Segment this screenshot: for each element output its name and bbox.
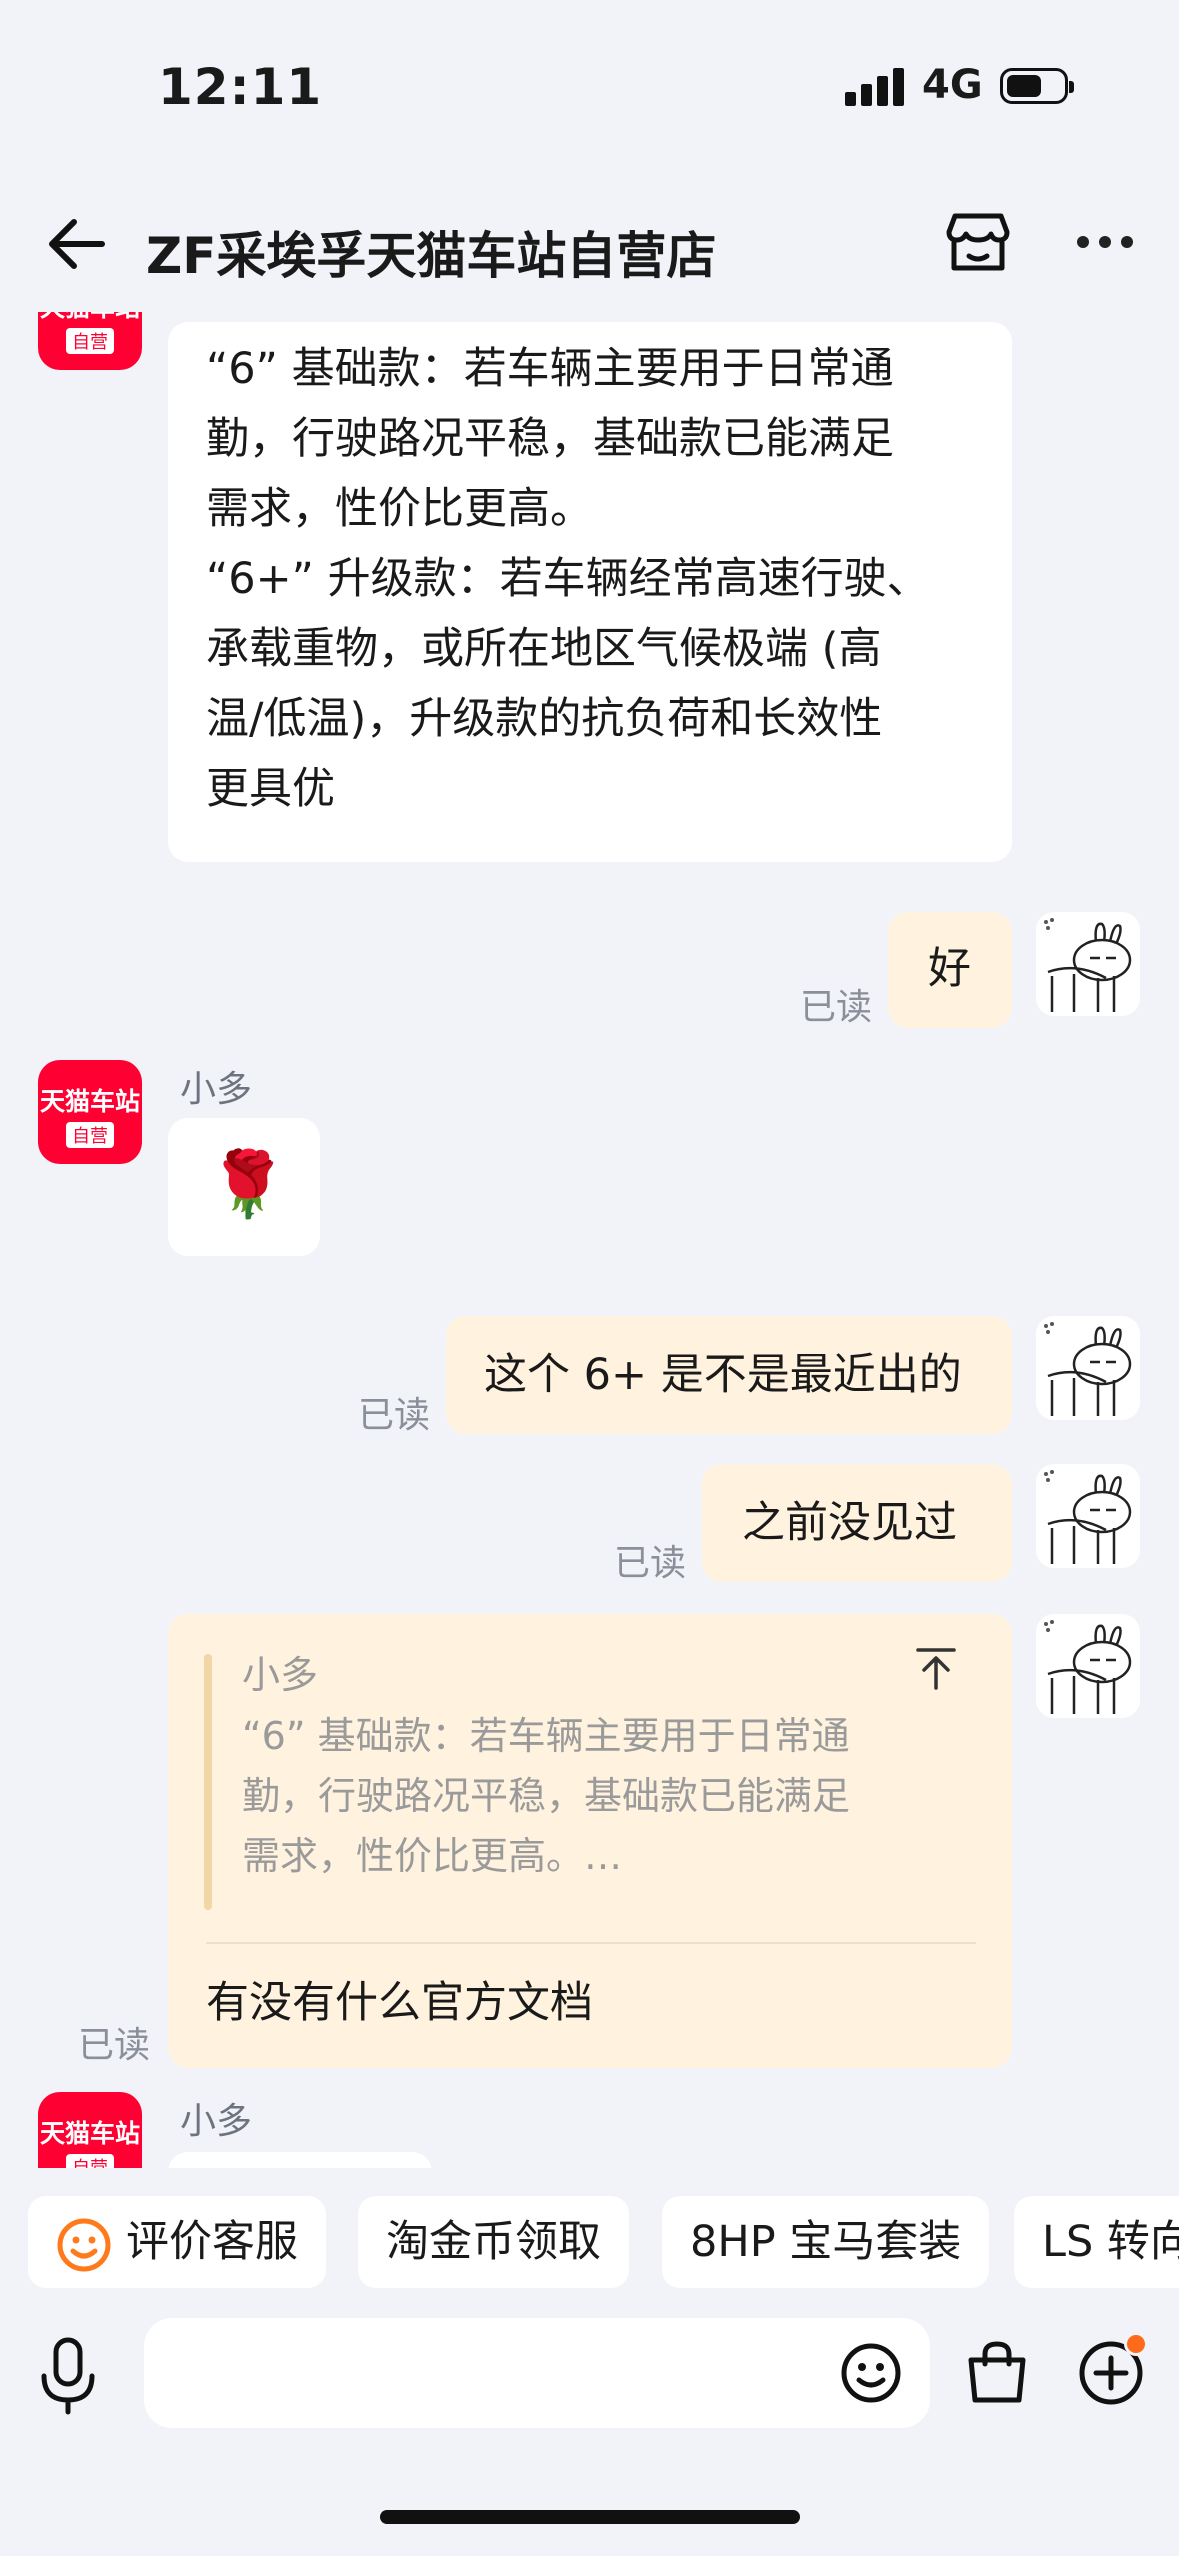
user-avatar[interactable] <box>1036 1614 1140 1718</box>
quote-bar <box>204 1654 212 1910</box>
read-status: 已读 <box>800 987 873 1028</box>
chip-label: 8HP 宝马套装 <box>690 2217 962 2267</box>
user-avatar[interactable] <box>1036 1316 1140 1420</box>
battery-icon <box>1000 68 1074 104</box>
sender-name: 小多 <box>180 1069 253 1110</box>
message-bubble[interactable]: “6” 基础款：若车辆主要用于日常通 勤，行驶路况平稳，基础款已能满足 需求，性… <box>168 322 1012 862</box>
notification-dot <box>1124 2332 1148 2356</box>
chip-label: 评价客服 <box>126 2217 298 2267</box>
page-title: ZF采埃孚天猫车站自营店 <box>146 227 717 285</box>
sender-name: 小多 <box>180 2101 253 2142</box>
shop-avatar[interactable]: 天猫车站自营 <box>38 1060 142 1164</box>
network-type: 4G <box>922 62 983 108</box>
quick-reply-steering[interactable]: LS 转向 <box>1014 2196 1179 2288</box>
shop-avatar[interactable]: 天猫车站自营 <box>38 2092 142 2168</box>
quick-reply-coins[interactable]: 淘金币领取 <box>358 2196 629 2288</box>
message-text: 这个 6+ 是不是最近出的 <box>484 1350 962 1400</box>
chip-label: 淘金币领取 <box>386 2217 601 2267</box>
quick-reply-bmw-kit[interactable]: 8HP 宝马套装 <box>662 2196 990 2288</box>
read-status: 已读 <box>78 2025 151 2066</box>
message-bubble[interactable] <box>168 2152 432 2168</box>
quick-reply-rate-service[interactable]: 评价客服 <box>28 2196 326 2288</box>
quote-divider <box>206 1942 976 1944</box>
rose-emoji: 🌹 <box>208 1148 288 1222</box>
message-line: 承载重物，或所在地区气候极端 (高 <box>206 624 882 674</box>
shop-avatar[interactable]: 天猫车站自营 <box>38 312 142 370</box>
back-arrow-icon[interactable] <box>44 212 108 276</box>
user-avatar[interactable] <box>1036 912 1140 1016</box>
microphone-icon[interactable] <box>36 2336 100 2416</box>
store-icon[interactable] <box>945 210 1011 276</box>
chip-label: LS 转向 <box>1042 2217 1179 2267</box>
rabbit-avatar-icon <box>1044 918 1132 1012</box>
message-bubble[interactable]: 之前没见过 <box>702 1464 1012 1582</box>
rabbit-avatar-icon <box>1044 1470 1132 1564</box>
shopping-bag-icon[interactable] <box>965 2340 1029 2406</box>
home-indicator <box>380 2510 800 2524</box>
chat-list[interactable]: 天猫车站自营 “6” 基础款：若车辆主要用于日常通 勤，行驶路况平稳，基础款已能… <box>0 312 1179 2168</box>
smile-icon <box>57 2218 111 2271</box>
quoted-message-bubble[interactable]: 小多 “6” 基础款：若车辆主要用于日常通 勤，行驶路况平稳，基础款已能满足 需… <box>168 1614 1012 2068</box>
more-options-icon[interactable] <box>1075 232 1135 252</box>
message-line: “6” 基础款：若车辆主要用于日常通 <box>206 344 894 394</box>
read-status: 已读 <box>358 1395 431 1436</box>
message-bubble[interactable]: 这个 6+ 是不是最近出的 <box>446 1316 1012 1434</box>
message-bubble[interactable]: 🌹 <box>168 1118 320 1256</box>
user-avatar[interactable] <box>1036 1464 1140 1568</box>
quote-line: “6” 基础款：若车辆主要用于日常通 <box>242 1714 850 1758</box>
message-text: 之前没见过 <box>742 1498 957 1548</box>
rabbit-avatar-icon <box>1044 1620 1132 1714</box>
message-line: “6+” 升级款：若车辆经常高速行驶、 <box>206 554 930 604</box>
message-line: 勤，行驶路况平稳，基础款已能满足 <box>206 414 894 464</box>
message-text: 有没有什么官方文档 <box>206 1978 593 2028</box>
read-status: 已读 <box>614 1543 687 1584</box>
message-line: 温/低温)，升级款的抗负荷和长效性 <box>206 694 883 744</box>
quote-line: 勤，行驶路况平稳，基础款已能满足 <box>242 1774 851 1818</box>
message-bubble[interactable]: 好 <box>888 912 1012 1028</box>
message-input[interactable] <box>144 2318 930 2428</box>
cellular-signal-icon <box>845 66 905 106</box>
status-time: 12:11 <box>158 58 323 116</box>
quote-line: 需求，性价比更高。… <box>242 1834 623 1878</box>
message-line: 需求，性价比更高。 <box>206 484 593 534</box>
collapse-quote-icon[interactable] <box>914 1646 958 1690</box>
quote-sender: 小多 <box>242 1653 319 1697</box>
message-text: 好 <box>928 944 971 994</box>
emoji-icon[interactable] <box>840 2342 902 2404</box>
rabbit-avatar-icon <box>1044 1322 1132 1416</box>
message-line: 更具优 <box>206 764 335 814</box>
